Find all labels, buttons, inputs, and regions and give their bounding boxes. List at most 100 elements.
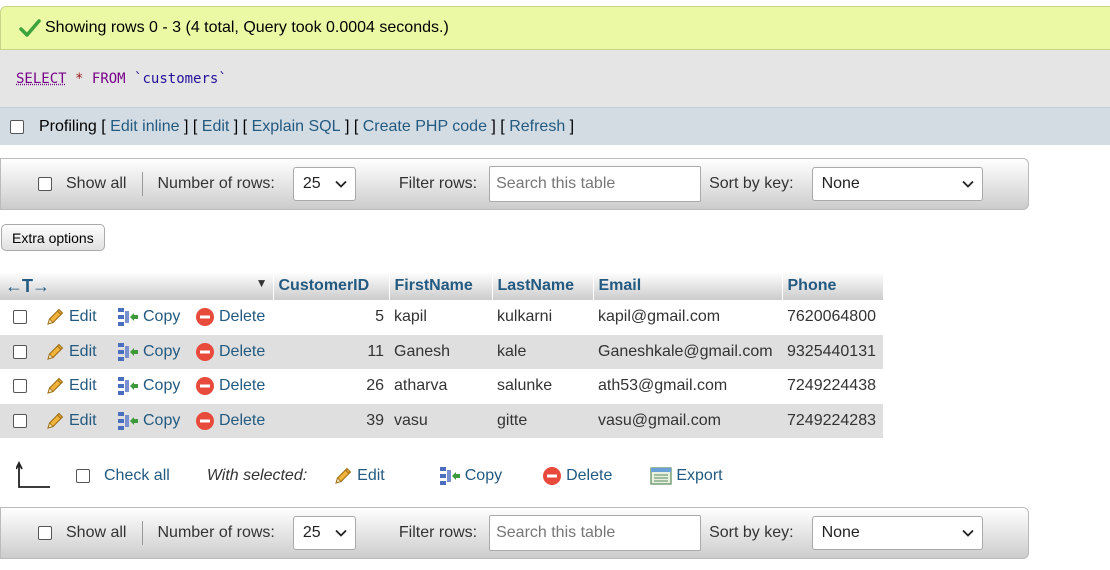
pencil-icon	[45, 342, 65, 362]
cell-firstname[interactable]: kapil	[389, 300, 492, 335]
separator	[142, 521, 144, 545]
cell-firstname[interactable]: atharva	[389, 369, 492, 404]
check-all-checkbox[interactable]	[76, 469, 90, 483]
profiling-checkbox[interactable]	[10, 119, 24, 134]
refresh-link[interactable]: Refresh	[509, 118, 565, 136]
cell-customerid[interactable]: 26	[273, 369, 389, 404]
row-checkbox[interactable]	[13, 379, 27, 394]
header-phone[interactable]: Phone	[782, 272, 884, 300]
row-edit-link[interactable]: Edit	[45, 376, 117, 396]
bulk-delete-button[interactable]: Delete	[542, 466, 612, 486]
cell-email[interactable]: vasu@gmail.com	[593, 403, 782, 438]
with-selected-label: With selected:	[206, 467, 308, 484]
sort-by-key-value: None	[821, 524, 860, 541]
cell-customerid[interactable]: 11	[273, 334, 389, 369]
row-delete-link[interactable]: Delete	[195, 376, 265, 396]
pencil-icon	[45, 411, 65, 431]
bulk-export-button[interactable]: Export	[650, 466, 723, 486]
row-delete-link[interactable]: Delete	[195, 342, 265, 362]
cell-lastname[interactable]: salunke	[492, 369, 593, 404]
bulk-copy-button[interactable]: Copy	[439, 466, 502, 486]
create-php-code-link[interactable]: Create PHP code	[363, 118, 487, 136]
filter-rows-label: Filter rows:	[398, 524, 478, 541]
table-row: Edit Copy Delete 11 Ganesh kale Ganeshka…	[0, 334, 883, 369]
filter-rows-label: Filter rows:	[398, 175, 478, 192]
copy-icon	[439, 466, 461, 486]
sort-by-key-select[interactable]: None	[811, 516, 983, 550]
cell-customerid[interactable]: 39	[273, 403, 389, 438]
show-all-checkbox[interactable]	[38, 526, 52, 540]
filter-rows-input[interactable]	[489, 515, 702, 551]
separator	[142, 172, 144, 196]
header-lastname[interactable]: LastName	[492, 272, 594, 300]
cell-phone[interactable]: 7620064800	[782, 300, 883, 335]
cell-lastname[interactable]: kulkarni	[492, 300, 593, 335]
sort-by-key-label: Sort by key:	[709, 524, 794, 541]
header-firstname[interactable]: FirstName	[389, 272, 493, 300]
cell-email[interactable]: Ganeshkale@gmail.com	[593, 334, 782, 369]
check-all-link[interactable]: Check all	[104, 467, 170, 485]
copy-icon	[117, 411, 139, 431]
arrow-up-icon	[16, 461, 50, 488]
row-copy-link[interactable]: Copy	[117, 411, 195, 431]
row-delete-link[interactable]: Delete	[195, 411, 265, 431]
navigation-bar-bottom: Show all Number of rows: 25 Filter rows:…	[0, 507, 1029, 559]
cell-email[interactable]: ath53@gmail.com	[593, 369, 782, 404]
pencil-icon	[333, 466, 353, 486]
header-email[interactable]: Email	[593, 272, 783, 300]
sql-keyword-select[interactable]: SELECT	[16, 71, 67, 87]
check-icon	[19, 19, 41, 37]
table-row: Edit Copy Delete 39 vasu gitte vasu@gmai…	[0, 403, 883, 438]
row-checkbox[interactable]	[13, 310, 27, 325]
rows-per-page-value: 25	[302, 175, 321, 192]
row-edit-link[interactable]: Edit	[45, 342, 117, 362]
cell-phone[interactable]: 7249224283	[782, 403, 883, 438]
row-delete-link[interactable]: Delete	[195, 307, 265, 327]
edit-inline-link[interactable]: Edit inline	[110, 118, 179, 136]
cell-lastname[interactable]: gitte	[492, 403, 593, 438]
row-copy-link[interactable]: Copy	[117, 307, 195, 327]
cell-customerid[interactable]: 5	[273, 300, 389, 335]
delete-icon	[542, 466, 562, 486]
chevron-down-icon	[962, 180, 974, 188]
cell-firstname[interactable]: vasu	[389, 403, 492, 438]
extra-options-button[interactable]: Extra options	[1, 224, 105, 251]
cell-firstname[interactable]: Ganesh	[389, 334, 492, 369]
row-edit-link[interactable]: Edit	[45, 411, 117, 431]
cell-email[interactable]: kapil@gmail.com	[593, 300, 782, 335]
row-edit-link[interactable]: Edit	[45, 307, 117, 327]
sql-keyword-from: FROM	[91, 70, 126, 87]
table-row: Edit Copy Delete 5 kapil kulkarni kapil@…	[0, 300, 883, 335]
edit-link[interactable]: Edit	[202, 118, 230, 136]
rows-per-page-select[interactable]: 25	[292, 167, 356, 201]
sort-by-key-value: None	[821, 175, 860, 192]
rows-label: Number of rows:	[157, 524, 275, 541]
sort-by-key-select[interactable]: None	[811, 167, 983, 201]
bulk-actions-bar: Check all With selected: Edit Copy Delet…	[0, 456, 760, 496]
show-all-label[interactable]: Show all	[66, 175, 126, 193]
bulk-edit-button[interactable]: Edit	[333, 466, 385, 486]
filter-rows-input[interactable]	[489, 166, 702, 202]
pencil-icon	[45, 376, 65, 396]
cell-phone[interactable]: 9325440131	[782, 334, 883, 369]
export-icon	[650, 467, 672, 485]
header-actions: ←T→ ▼	[0, 272, 274, 300]
chevron-down-icon	[962, 529, 974, 537]
row-checkbox[interactable]	[13, 344, 27, 359]
success-text: Showing rows 0 - 3 (4 total, Query took …	[45, 19, 449, 36]
show-all-checkbox[interactable]	[38, 177, 52, 191]
row-copy-link[interactable]: Copy	[117, 376, 195, 396]
show-all-label[interactable]: Show all	[66, 524, 126, 542]
row-copy-link[interactable]: Copy	[117, 342, 195, 362]
row-checkbox[interactable]	[13, 413, 27, 428]
sql-query[interactable]: SELECT * FROM `customers`	[0, 50, 1110, 107]
explain-sql-link[interactable]: Explain SQL	[252, 118, 341, 136]
profiling-label: Profiling	[39, 117, 97, 135]
cell-lastname[interactable]: kale	[492, 334, 593, 369]
header-customerid[interactable]: CustomerID	[273, 272, 390, 300]
caret-down-icon[interactable]: ▼	[256, 276, 268, 290]
rows-per-page-select[interactable]: 25	[292, 516, 356, 550]
sql-star: *	[75, 70, 84, 87]
column-arrows-icon[interactable]: ←T→	[5, 276, 50, 296]
cell-phone[interactable]: 7249224438	[782, 369, 883, 404]
